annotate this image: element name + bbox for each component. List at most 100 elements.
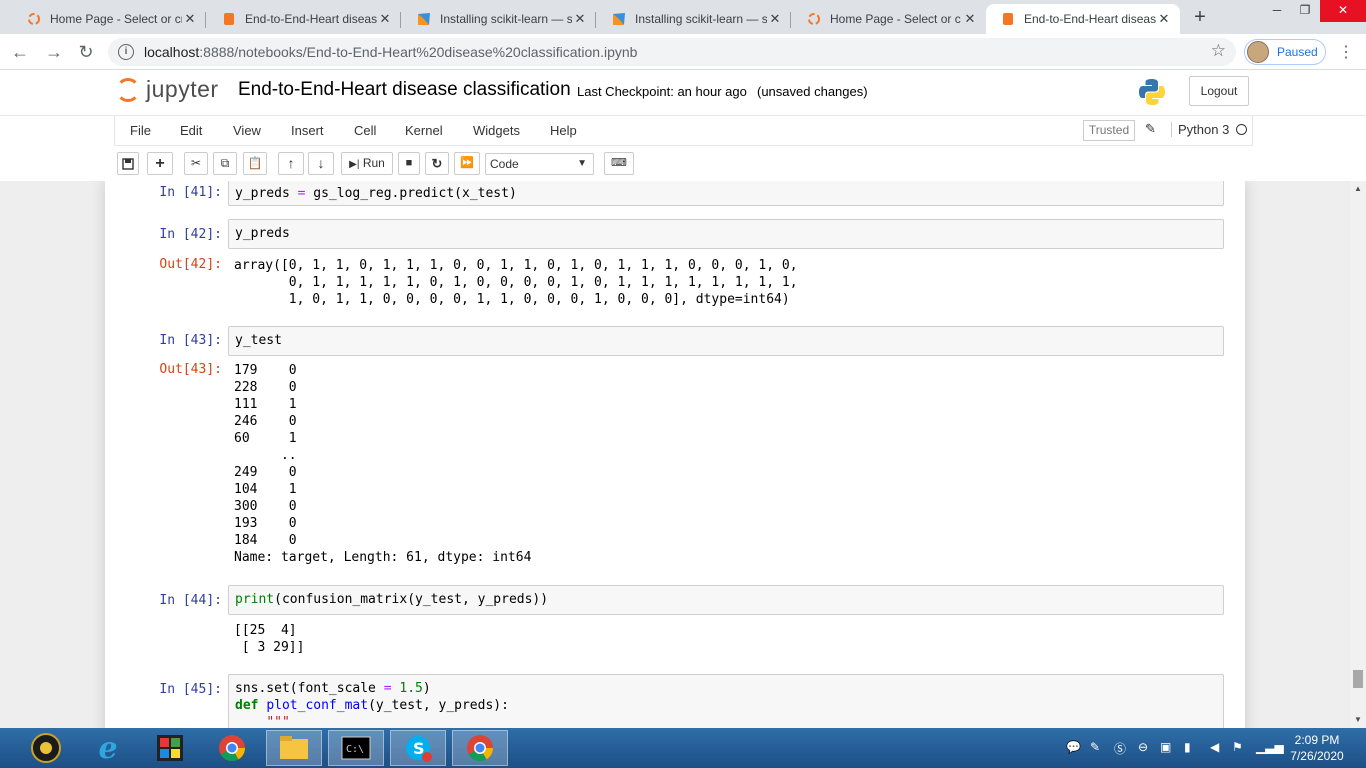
scroll-down-icon[interactable]: ▼ (1350, 712, 1366, 728)
volume-tray-icon[interactable]: ◀ (1210, 740, 1219, 754)
scroll-up-icon[interactable]: ▲ (1350, 181, 1366, 197)
close-tab-icon[interactable]: ✕ (1156, 11, 1172, 27)
browser-tab-1[interactable]: Home Page - Select or cr ✕ (12, 4, 206, 34)
browser-toolbar: ← → ↻ i localhost:8888/notebooks/End-to-… (0, 34, 1366, 70)
input-prompt: In [41]: (159, 185, 222, 200)
interrupt-stop-icon[interactable]: ■ (398, 152, 420, 175)
address-bar[interactable]: i localhost:8888/notebooks/End-to-End-He… (108, 38, 1236, 66)
restart-icon[interactable]: ↻ (425, 152, 449, 175)
skype-tray-icon[interactable]: Ⓢ (1114, 740, 1126, 757)
chat-tray-icon[interactable]: 💬 (1066, 740, 1081, 754)
browser-tab-2[interactable]: End-to-End-Heart diseas ✕ (207, 4, 401, 34)
cut-icon[interactable]: ✂ (184, 152, 208, 175)
move-down-icon[interactable]: ↓ (308, 152, 334, 175)
avatar (1247, 41, 1269, 63)
move-up-icon[interactable]: ↑ (278, 152, 304, 175)
notebook-container: In [41]: y_preds = gs_log_reg.predict(x_… (0, 181, 1350, 728)
jupyter-header: jupyter End-to-End-Heart disease classif… (0, 70, 1366, 116)
scrollbar-thumb[interactable] (1353, 670, 1363, 688)
kernel-name[interactable]: Python 3 (1171, 122, 1229, 137)
skype-icon[interactable]: S (390, 730, 446, 766)
trusted-indicator[interactable]: Trusted (1083, 120, 1135, 141)
internet-explorer-icon[interactable]: e (80, 730, 136, 766)
notebook-title[interactable]: End-to-End-Heart disease classification (238, 79, 571, 101)
browser-tab-6-active[interactable]: End-to-End-Heart diseas ✕ (986, 4, 1180, 34)
reload-icon[interactable]: ↻ (74, 40, 98, 64)
forward-icon[interactable]: → (42, 40, 66, 64)
new-tab-button[interactable]: + (1188, 6, 1212, 30)
browser-tab-3[interactable]: Installing scikit-learn — s ✕ (402, 4, 596, 34)
clock-time: 2:09 PM (1294, 733, 1340, 747)
bookmark-star-icon[interactable]: ☆ (1211, 41, 1226, 61)
battery-tray-icon[interactable]: ▮ (1184, 740, 1191, 754)
edit-mode-pencil-icon: ✎ (1145, 121, 1156, 136)
cell-output: 179 0 228 0 111 1 246 0 60 1 .. 249 0 10… (234, 363, 532, 565)
restore-icon[interactable]: ❐ (1290, 0, 1320, 22)
media-app-icon[interactable] (142, 730, 198, 766)
chrome-active-icon[interactable] (452, 730, 508, 766)
code-cell-input[interactable]: y_test (228, 326, 1224, 356)
close-tab-icon[interactable]: ✕ (767, 11, 783, 27)
jupyter-logo[interactable]: jupyter (116, 76, 219, 103)
start-button-icon[interactable] (18, 730, 74, 766)
minus-tray-icon[interactable]: ⊖ (1138, 740, 1148, 754)
command-prompt-icon[interactable]: C:\ (328, 730, 384, 766)
browser-menu-icon[interactable]: ⋮ (1338, 42, 1354, 62)
restart-run-all-icon[interactable]: ⏩ (454, 152, 480, 175)
close-tab-icon[interactable]: ✕ (962, 11, 978, 27)
logout-button[interactable]: Logout (1189, 76, 1249, 106)
menu-help[interactable]: Help (550, 123, 577, 138)
code-cell-input[interactable]: sns.set(font_scale = 1.5) def plot_conf_… (228, 674, 1224, 728)
profile-status: Paused (1277, 45, 1318, 59)
language-tray-icon[interactable]: ✎ (1090, 740, 1100, 754)
menu-edit[interactable]: Edit (180, 123, 202, 138)
paste-icon[interactable]: 📋 (243, 152, 267, 175)
notebook-favicon-icon (221, 11, 237, 27)
browser-tab-4[interactable]: Installing scikit-learn — s ✕ (597, 4, 791, 34)
notebook-menubar: File Edit View Insert Cell Kernel Widget… (114, 116, 1253, 146)
close-tab-icon[interactable]: ✕ (572, 11, 588, 27)
jupyter-logo-icon (116, 77, 140, 102)
system-clock[interactable]: 2:09 PM 7/26/2020 (1284, 732, 1350, 764)
menu-file[interactable]: File (130, 123, 151, 138)
url-host: localhost (144, 44, 200, 60)
input-prompt: In [44]: (159, 593, 222, 608)
insert-cell-plus-icon[interactable]: + (147, 152, 173, 175)
input-prompt: In [42]: (159, 227, 222, 242)
browser-tab-5[interactable]: Home Page - Select or c ✕ (792, 4, 986, 34)
menu-view[interactable]: View (233, 123, 261, 138)
action-center-tray-icon[interactable]: ⚑ (1232, 740, 1243, 754)
back-icon[interactable]: ← (8, 40, 32, 64)
keyboard-icon[interactable]: ⌨ (604, 152, 634, 175)
python-logo-icon (1139, 79, 1165, 105)
jupyter-wordmark: jupyter (146, 76, 219, 102)
signal-tray-icon[interactable]: ▁▃▅ (1256, 740, 1284, 754)
network-tray-icon[interactable]: ▣ (1160, 740, 1171, 754)
input-prompt: In [45]: (159, 682, 222, 697)
menu-kernel[interactable]: Kernel (405, 123, 443, 138)
profile-button[interactable]: Paused (1244, 39, 1326, 65)
close-tab-icon[interactable]: ✕ (377, 11, 393, 27)
close-window-icon[interactable]: ✕ (1320, 0, 1366, 22)
code-cell-input[interactable]: y_preds (228, 219, 1224, 249)
page-scrollbar[interactable]: ▲ ▼ (1350, 181, 1366, 728)
close-tab-icon[interactable]: ✕ (182, 11, 198, 27)
tab-title: Installing scikit-learn — s (635, 12, 767, 26)
output-prompt: Out[42]: (159, 257, 222, 272)
cell-type-select[interactable]: Code ▼ (485, 153, 594, 175)
menu-insert[interactable]: Insert (291, 123, 324, 138)
chrome-icon[interactable] (204, 730, 260, 766)
save-icon[interactable] (117, 152, 139, 175)
info-icon[interactable]: i (118, 44, 134, 60)
copy-icon[interactable]: ⧉ (213, 152, 237, 175)
chevron-down-icon: ▼ (577, 158, 587, 169)
minimize-icon[interactable]: ─ (1262, 0, 1292, 22)
svg-text:C:\: C:\ (346, 744, 364, 755)
file-explorer-icon[interactable] (266, 730, 322, 766)
checkpoint-status: Last Checkpoint: an hour ago (577, 84, 747, 99)
menu-cell[interactable]: Cell (354, 123, 376, 138)
run-button[interactable]: ▶| Run (341, 152, 393, 175)
menu-widgets[interactable]: Widgets (473, 123, 520, 138)
code-cell-input[interactable]: y_preds = gs_log_reg.predict(x_test) (228, 181, 1224, 206)
code-cell-input[interactable]: print(confusion_matrix(y_test, y_preds)) (228, 585, 1224, 615)
